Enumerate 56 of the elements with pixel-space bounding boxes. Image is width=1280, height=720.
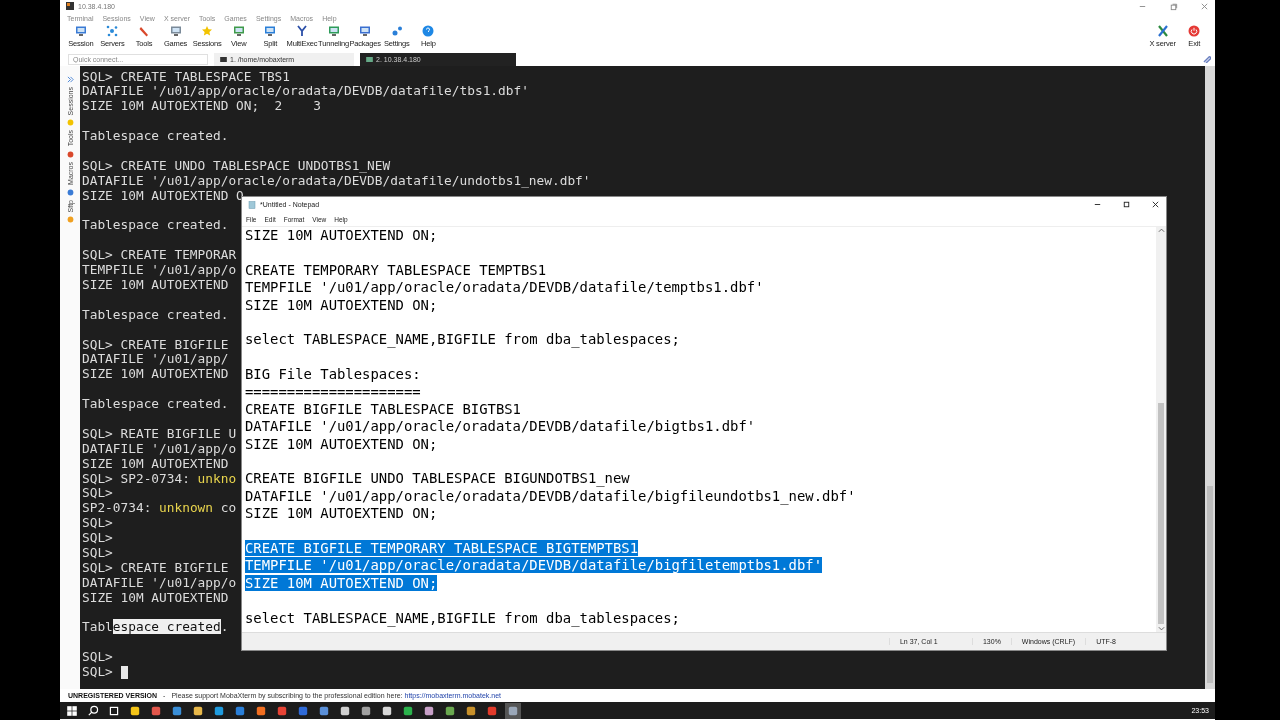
terminal-text: SIZE 10M AUTOEXTEND [82,455,229,471]
terminal-text: SQL> CREATE BIGFILE [82,336,229,352]
terminal-text: DATAFILE '/u01/app/ [82,351,229,367]
terminal-text: SQL> [82,530,113,546]
terminal-text: SQL> CREATE TEMPORAR [82,247,237,263]
terminal-icon [366,56,373,62]
close-icon[interactable] [1151,200,1160,209]
terminal-text: SIZE 10M AUTOEXTEND [82,589,229,605]
terminal-text: . [220,619,229,635]
app-icon[interactable] [505,702,521,719]
terminal-text: Tablespace created. [82,128,229,144]
terminal-text: Tablespace created. [82,217,229,233]
terminal-text: DATAFILE '/u01/app/o [82,440,237,456]
monitor-icon [232,25,245,37]
terminal-text: SQL> CREATE BIGFILE [82,559,229,575]
terminal-text: SQL> CREATE TABLESPACE TBS1 [82,68,291,84]
selected-text: espace created [112,619,221,635]
terminal-text: SP2-0734: [82,500,152,516]
monitor-icon [74,25,87,37]
terminal-text: Tablespace created. [82,396,229,412]
network-icon [106,25,119,37]
terminal-text: SQL> CREATE UNDO TABLESPACE UNDOTBS1_NEW [82,157,391,173]
terminal-text: SQL> [82,485,113,501]
star-icon [201,25,214,37]
monitor-icon [327,25,340,37]
notepad-icon [248,200,256,209]
terminal-text: SIZE 10M AUTOEXTEND [82,276,229,292]
help-icon [422,25,435,37]
warning-text: unkno [197,470,237,486]
terminal-text: SQL> [82,545,113,560]
scrollbar[interactable] [1205,66,1215,689]
chevron-icon[interactable] [66,76,74,83]
terminal-icon [220,56,227,62]
terminal-text: SIZE 10M AUTOEXTEND ON; 2 3 [82,98,321,114]
app-icon [66,2,74,10]
terminal-text: DATAFILE '/u01/app/oracle/oradata/DEVDB/datafile/undotbs1_new.dbf' [82,172,591,188]
paperclip-icon[interactable] [1203,55,1211,63]
terminal-text: SQL> [82,515,113,531]
terminal-text: SQL> REATE BIGFILE U [82,425,237,441]
terminal-text: SQL> [82,664,113,680]
maximize-icon[interactable] [1122,200,1131,209]
warning-text: unknown [159,500,213,516]
terminal-text: Tablespace created. [82,306,229,322]
text-cursor [120,666,128,680]
terminal-text: DATAFILE '/u01/app/o [82,574,237,590]
x-icon [1156,25,1169,37]
terminal-text: SQL> SP2-0734: [82,470,190,486]
terminal-text: SQL> [82,649,113,665]
fork-icon [295,25,308,37]
terminal-text: co [220,500,237,516]
terminal-text: DATAFILE '/u01/app/oracle/oradata/DEVDB/datafile/tbs1.dbf' [82,83,529,99]
terminal-text: Tabl [82,619,113,635]
power-icon [1188,25,1201,37]
terminal-text: SIZE 10M AUTOEXTEND [82,366,229,382]
terminal-text: TEMPFILE '/u01/app/o [82,262,237,278]
restore-icon[interactable] [1169,1,1178,11]
